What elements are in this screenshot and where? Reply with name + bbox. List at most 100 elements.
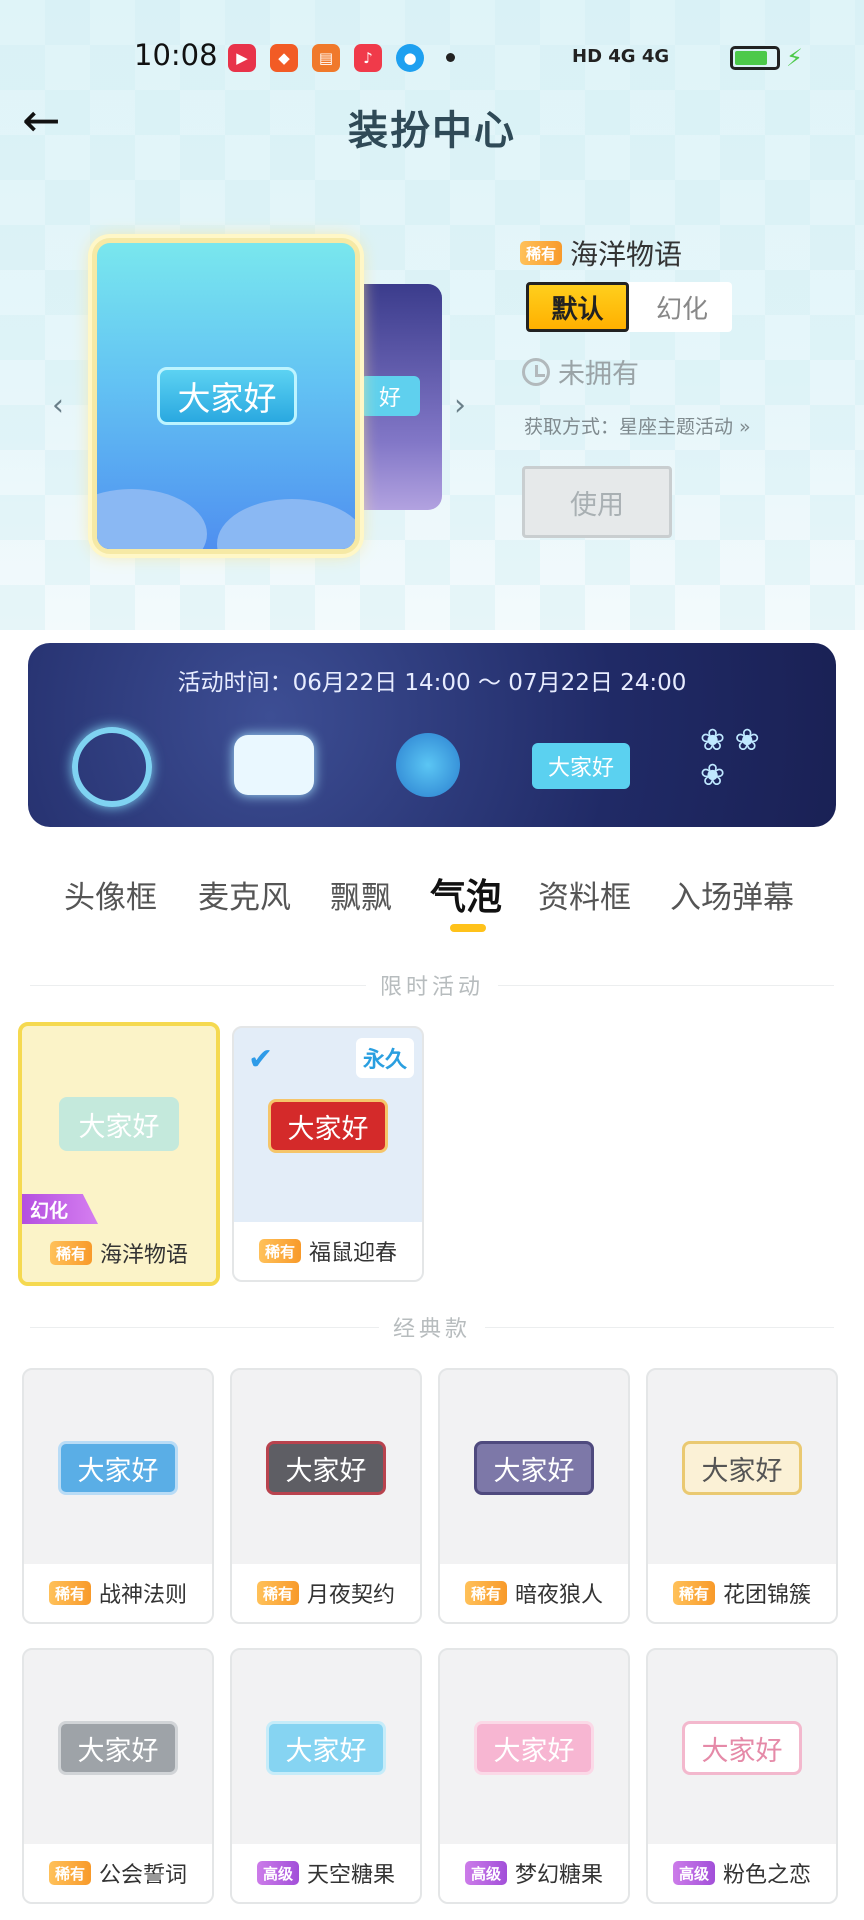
bubble-reward-preview: 大家好 <box>532 743 630 789</box>
item-name: 海洋物语 <box>570 238 683 271</box>
bubble-sample: 大家好 <box>474 1441 594 1495</box>
item-card[interactable]: 大家好 高级 天空糖果 <box>230 1648 422 1904</box>
bubble-sample: 大家好 <box>266 1721 386 1775</box>
event-time: 活动时间：06月22日 14:00 ～ 07月22日 24:00 <box>177 670 687 696</box>
item-name: 天空糖果 <box>307 1863 396 1888</box>
rarity-badge: 稀有 <box>258 1239 301 1263</box>
rarity-badge: 高级 <box>464 1861 507 1885</box>
rarity-badge: 稀有 <box>464 1581 507 1605</box>
item-name: 花团锦簇 <box>723 1583 812 1608</box>
obtain-method-link[interactable]: 获取方式：星座主题活动 » <box>524 412 751 439</box>
item-card[interactable]: 大家好 ✔ 永久 稀有 福鼠迎春 <box>232 1026 424 1282</box>
cloud-decoration <box>97 489 207 549</box>
rarity-badge: 稀有 <box>48 1861 91 1885</box>
item-card[interactable]: 大家好 高级 粉色之恋 <box>646 1648 838 1904</box>
cloud-decoration <box>217 499 355 549</box>
video-app-icon: ▶ <box>228 44 256 72</box>
item-name: 海洋物语 <box>100 1243 189 1268</box>
prev-arrow-icon[interactable]: ‹ <box>52 388 64 423</box>
category-tabs: 头像框 麦克风 飘飘 气泡 资料框 入场弹幕 <box>0 868 864 918</box>
tab-entry-barrage[interactable]: 入场弹幕 <box>670 872 794 917</box>
item-name: 暗夜狼人 <box>515 1583 604 1608</box>
tab-bubble[interactable]: 气泡 <box>430 868 502 920</box>
avatar-frame-reward-icon <box>72 727 152 807</box>
tab-avatar-frame[interactable]: 头像框 <box>64 872 157 917</box>
event-banner[interactable]: 活动时间：06月22日 14:00 ～ 07月22日 24:00 大家好 ❀ ❀… <box>28 643 836 827</box>
tab-microphone[interactable]: 麦克风 <box>198 872 291 917</box>
qq-app-icon: ● <box>396 44 424 72</box>
mode-default-button[interactable]: 默认 <box>526 282 629 332</box>
ownership-status: 未拥有 <box>522 352 639 391</box>
item-name: 粉色之恋 <box>723 1863 812 1888</box>
item-label: 稀有 战神法则 <box>24 1564 212 1622</box>
bubble-sample: 大家好 <box>682 1441 802 1495</box>
clock-icon <box>522 357 550 386</box>
book-app-icon: ▤ <box>312 44 340 72</box>
bubble-sample: 大家好 <box>58 1721 178 1775</box>
item-label: 稀有 福鼠迎春 <box>234 1222 422 1280</box>
tab-float[interactable]: 飘飘 <box>330 872 392 917</box>
item-name: 战神法则 <box>99 1583 188 1608</box>
rarity-badge: 高级 <box>672 1861 715 1885</box>
notification-dot <box>446 53 455 62</box>
item-title: 稀有 海洋物语 <box>520 233 682 273</box>
section-classic: 经典款 <box>30 1312 835 1342</box>
mode-alt-button[interactable]: 幻化 <box>632 282 732 332</box>
item-card[interactable]: 大家好 高级 梦幻糖果 <box>438 1648 630 1904</box>
item-label: 稀有 海洋物语 <box>22 1224 216 1282</box>
owned-check-icon: ✔ <box>248 1042 274 1077</box>
cancer-badge-icon <box>396 733 460 797</box>
next-arrow-icon[interactable]: › <box>454 388 466 423</box>
battery-icon <box>730 46 780 70</box>
item-label: 高级 天空糖果 <box>232 1844 420 1902</box>
active-tab-indicator <box>450 924 486 932</box>
ownership-text: 未拥有 <box>558 359 639 390</box>
rarity-badge: 稀有 <box>48 1581 91 1605</box>
bubble-sample: 大家好 <box>474 1721 594 1775</box>
item-label: 稀有 月夜契约 <box>232 1564 420 1622</box>
item-card[interactable]: 大家好 稀有 战神法则 <box>22 1368 214 1624</box>
section-limited-title: 限时活动 <box>380 975 485 1000</box>
flower-decoration-icon: ❀ ❀ ❀ <box>700 723 760 793</box>
item-preview: 大家好 <box>22 1026 216 1222</box>
rarity-badge: 稀有 <box>49 1241 92 1265</box>
item-name: 公会誓词 <box>99 1863 188 1888</box>
item-card[interactable]: 大家好 稀有 花团锦簇 <box>646 1368 838 1624</box>
bubble-sample: 大家好 <box>266 1441 386 1495</box>
rarity-badge: 稀有 <box>672 1581 715 1605</box>
bubble-sample: 大家好 <box>58 1441 178 1495</box>
section-classic-title: 经典款 <box>393 1317 472 1342</box>
bubble-sample: 大家好 <box>682 1721 802 1775</box>
item-label: 高级 粉色之恋 <box>648 1844 836 1902</box>
next-bubble-preview: 好 <box>360 376 420 416</box>
charging-icon: ⚡ <box>786 44 803 72</box>
permanent-tag: 永久 <box>356 1038 414 1078</box>
profile-frame-reward-icon <box>234 735 314 795</box>
item-card-selected[interactable]: 大家好 幻化 稀有 海洋物语 <box>18 1022 220 1286</box>
music-app-icon: ♪ <box>354 44 382 72</box>
item-name: 梦幻糖果 <box>515 1863 604 1888</box>
game-app-icon: ◆ <box>270 44 298 72</box>
network-indicator: HD 4G 4G <box>572 46 670 67</box>
bubble-preview: 大家好 <box>157 367 297 425</box>
item-label: 稀有 花团锦簇 <box>648 1564 836 1622</box>
status-time: 10:08 <box>134 38 218 72</box>
rarity-badge: 高级 <box>256 1861 299 1885</box>
item-label: 高级 梦幻糖果 <box>440 1844 628 1902</box>
bubble-sample: 大家好 <box>59 1097 179 1151</box>
preview-card: 大家好 <box>92 238 360 554</box>
item-card[interactable]: 大家好 稀有 暗夜狼人 <box>438 1368 630 1624</box>
item-name: 月夜契约 <box>307 1583 396 1608</box>
rarity-badge: 稀有 <box>520 241 563 265</box>
item-card[interactable]: 大家好 稀有 公会誓词 <box>22 1648 214 1904</box>
page-title: 装扮中心 <box>348 108 516 154</box>
next-preview-card[interactable]: 好 <box>352 284 442 510</box>
use-button[interactable]: 使用 <box>522 466 672 538</box>
item-label: 稀有 公会誓词 <box>24 1844 212 1902</box>
rarity-badge: 稀有 <box>256 1581 299 1605</box>
item-name: 福鼠迎春 <box>309 1241 398 1266</box>
tab-profile-frame[interactable]: 资料框 <box>538 872 631 917</box>
bubble-sample: 大家好 <box>268 1099 388 1153</box>
section-limited: 限时活动 <box>30 970 835 1000</box>
item-card[interactable]: 大家好 稀有 月夜契约 <box>230 1368 422 1624</box>
